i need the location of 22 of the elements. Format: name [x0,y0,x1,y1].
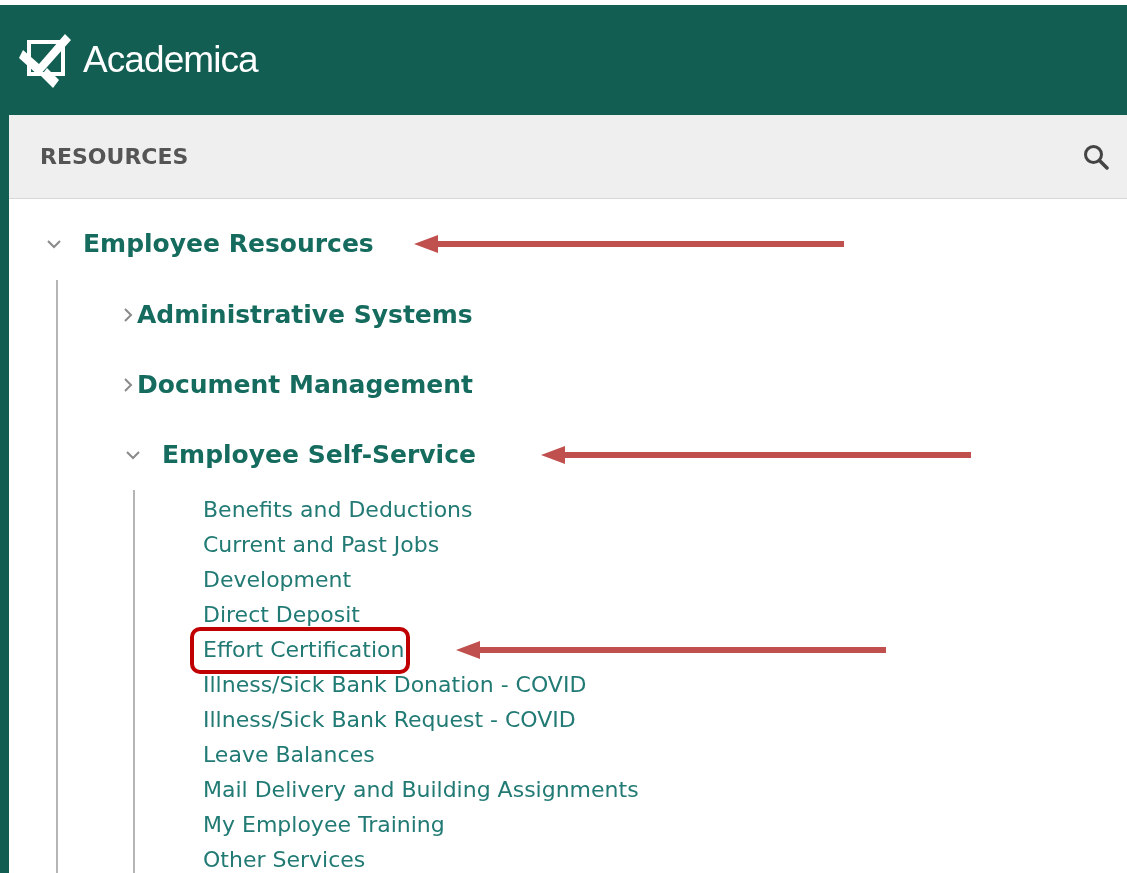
tree-link[interactable]: Development [203,567,352,592]
tree-link[interactable]: My Employee Training [203,812,445,837]
tree-link[interactable]: Current and Past Jobs [203,532,440,557]
tree-link[interactable]: Illness/Sick Bank Request - COVID [203,707,576,732]
tree-link[interactable]: Direct Deposit [203,602,360,627]
tree-link[interactable]: Other Services [203,847,366,872]
search-icon[interactable] [1083,143,1109,170]
tree-link[interactable]: Illness/Sick Bank Donation - COVID [203,672,587,697]
chevron-down-icon[interactable] [47,239,61,249]
tree-link[interactable]: Benefits and Deductions [203,497,473,522]
tree-item[interactable]: Administrative Systems [137,296,473,334]
tree-link[interactable]: Effort Certification [203,637,405,662]
chevron-down-icon[interactable] [126,450,140,460]
chevron-right-icon[interactable] [124,308,133,322]
tree-link[interactable]: Leave Balances [203,742,375,767]
tree-item[interactable]: Employee Resources [83,225,374,263]
panel-title: RESOURCES [40,143,189,171]
chevron-right-icon[interactable] [124,378,133,392]
tree-link[interactable]: Mail Delivery and Building Assignments [203,777,639,802]
tree-item[interactable]: Document Management [137,366,474,404]
logo-text: Academica [83,38,258,83]
tree-item[interactable]: Employee Self-Service [162,436,476,474]
